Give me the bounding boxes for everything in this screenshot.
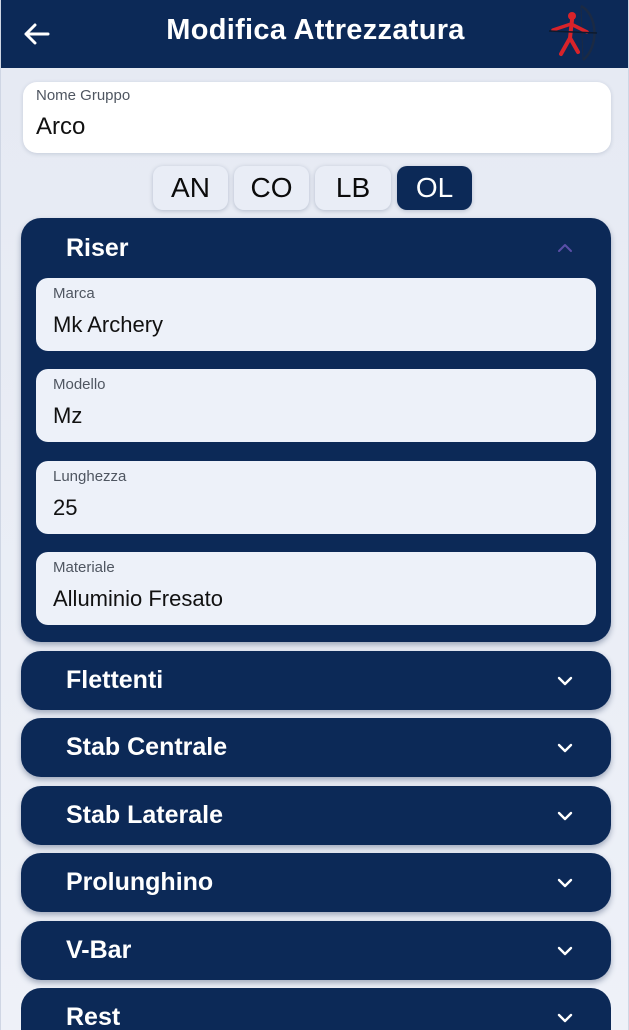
section-title: Riser [66,234,129,262]
field-label: Marca [53,285,95,302]
section-title: Stab Centrale [66,733,228,761]
chevron-down-icon [557,743,573,753]
field-value[interactable]: 25 [53,495,77,521]
section-title: Prolunghino [66,868,214,896]
bow-type-label: LB [335,172,371,203]
section-stab-laterale[interactable]: Stab Laterale [21,786,611,845]
field-value[interactable]: Alluminio Fresato [53,586,223,612]
bow-type-label: AN [171,172,210,203]
bow-type-label: CO [250,172,293,203]
bow-type-ol-button[interactable]: OL [397,166,472,210]
field-label: Materiale [53,559,115,576]
section-v-bar[interactable]: V-Bar [21,921,611,980]
chevron-down-icon [557,878,573,888]
group-name-label: Nome Gruppo [36,87,131,104]
section-rest[interactable]: Rest [21,988,611,1030]
section-title: V-Bar [66,936,132,964]
materiale-field[interactable]: Materiale Alluminio Fresato [36,552,596,625]
field-value[interactable]: Mz [53,403,82,429]
field-value[interactable]: Mk Archery [53,312,163,338]
chevron-down-icon [557,811,573,821]
section-title: Stab Laterale [66,801,224,829]
field-label: Modello [53,376,106,393]
chevron-down-icon [557,1013,573,1023]
section-riser-header[interactable]: Riser [21,218,611,276]
section-prolunghino[interactable]: Prolunghino [21,853,611,912]
field-label: Lunghezza [53,468,127,485]
bow-type-an-button[interactable]: AN [153,166,228,210]
section-riser: Riser Marca Mk Archery Modello Mz Lunghe… [21,218,611,642]
section-stab-centrale[interactable]: Stab Centrale [21,718,611,777]
group-name-field[interactable]: Nome Gruppo Arco [23,82,611,153]
group-name-value[interactable]: Arco [36,113,85,141]
modello-field[interactable]: Modello Mz [36,369,596,442]
lunghezza-field[interactable]: Lunghezza 25 [36,461,596,534]
equipment-form[interactable]: Nome Gruppo Arco AN CO LB OL Riser Marca… [1,68,628,1030]
chevron-down-icon [557,676,573,686]
bow-type-lb-button[interactable]: LB [315,166,391,210]
bow-type-label: OL [415,172,454,203]
section-title: Flettenti [66,666,164,694]
section-flettenti[interactable]: Flettenti [21,651,611,710]
chevron-down-icon [557,946,573,956]
marca-field[interactable]: Marca Mk Archery [36,278,596,351]
section-title: Rest [66,1003,121,1030]
app-bar: Modifica Attrezzatura [1,0,628,68]
chevron-up-icon [558,244,572,252]
bow-type-co-button[interactable]: CO [234,166,309,210]
page-title: Modifica Attrezzatura [166,14,465,46]
archer-logo-icon [548,4,598,61]
app-screen: Modifica Attrezzatura Nome Gruppo Arco A… [0,0,629,1030]
